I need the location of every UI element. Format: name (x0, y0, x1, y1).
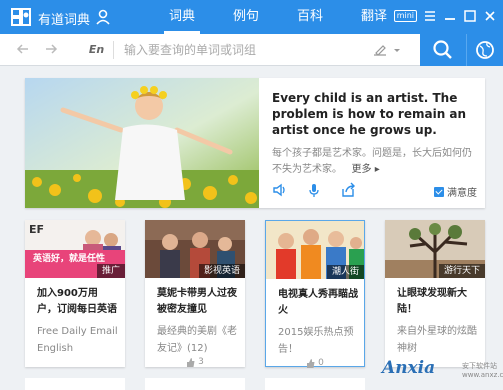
app-title: 有道词典 (38, 13, 91, 28)
share-icon[interactable] (340, 182, 356, 198)
user-icon[interactable] (96, 9, 110, 25)
main-tabs: 词典 例句 百科 翻译 (150, 0, 406, 34)
card-banner-text: 英语好，就是任性 (33, 254, 106, 264)
search-icon (433, 40, 452, 59)
card-thumbnail: EF 英语好，就是任性 推广 (25, 220, 125, 278)
speaker-icon[interactable] (272, 182, 288, 198)
microphone-icon[interactable] (306, 182, 322, 198)
more-label: 更多 (351, 164, 372, 175)
card-description: Free Daily Email English (37, 326, 118, 354)
menu-icon[interactable] (423, 9, 437, 23)
watermark-subtitle: 安下软件站 (462, 362, 497, 370)
content-card[interactable]: EF 英语好，就是任性 推广 加入900万用户，订阅每日英语 Free Dail… (25, 220, 125, 367)
thumbs-up-icon (307, 358, 315, 368)
next-card-partial (265, 378, 365, 390)
globe-icon (476, 41, 494, 59)
like-count-value: 3 (198, 357, 204, 367)
content-card[interactable]: 游行天下 让眼球发现新大陆！ 来自外星球的炫酷神树 (385, 220, 485, 367)
daily-quote-card: Every child is an artist. The problem is… (25, 78, 485, 208)
card-title: 莫妮卡带男人过夜被密友撞见 (157, 288, 237, 315)
web-search-button[interactable] (466, 34, 503, 66)
language-selector[interactable]: En (80, 41, 114, 59)
next-card-partial (25, 378, 125, 390)
watermark-url: www.anxz.com (462, 371, 503, 379)
more-link[interactable]: 更多 ▸ (345, 164, 380, 175)
card-tag: 潮人街 (326, 265, 364, 279)
title-bar: 有道词典 词典 例句 百科 翻译 mini (0, 0, 503, 34)
app-logo-icon (11, 8, 31, 26)
satisfaction-checkbox[interactable]: 满意度 (434, 184, 477, 199)
card-tag: 影视英语 (198, 264, 245, 278)
minimize-icon[interactable] (443, 9, 457, 23)
quote-chinese: 每个孩子都是艺术家。问题是，长大后如何仍不失为艺术家。 更多 ▸ (272, 146, 477, 178)
card-title: 让眼球发现新大陆！ (397, 288, 467, 315)
thumbs-up-icon (187, 357, 195, 367)
mini-mode-button[interactable]: mini (393, 10, 417, 22)
checkbox-checked-icon (434, 186, 444, 197)
window-controls: mini (393, 9, 497, 23)
card-description: 来自外星球的炫酷神树 (397, 326, 477, 354)
like-count[interactable]: 3 (145, 356, 245, 368)
content-card[interactable]: 影视英语 莫妮卡带男人过夜被密友撞见 最经典的美剧《老友记》(12) 3 (145, 220, 245, 367)
next-card-partial (145, 378, 245, 390)
card-title: 电视真人秀再瞄战火 (278, 289, 358, 316)
card-description: 2015娱乐热点预告！ (278, 327, 354, 355)
card-title: 加入900万用户，订阅每日英语 (37, 288, 117, 315)
search-bar: En (0, 34, 503, 66)
svg-text:EF: EF (29, 223, 44, 236)
tab-examples[interactable]: 例句 (214, 0, 278, 34)
maximize-icon[interactable] (463, 9, 477, 23)
satisfaction-label: 满意度 (447, 188, 477, 199)
search-input[interactable] (124, 40, 354, 60)
card-tag: 游行天下 (438, 264, 485, 278)
watermark-logo: Anxia (382, 358, 436, 378)
handwriting-input-icon[interactable] (372, 43, 402, 57)
card-thumbnail: 影视英语 (145, 220, 245, 278)
like-count-value: 0 (318, 358, 324, 368)
close-icon[interactable] (483, 9, 497, 23)
card-thumbnail: 潮人街 (266, 221, 364, 279)
forward-arrow-icon[interactable] (44, 42, 58, 56)
tab-encyclopedia[interactable]: 百科 (278, 0, 342, 34)
tab-dictionary[interactable]: 词典 (150, 0, 214, 34)
child-photo[interactable] (25, 78, 259, 208)
card-tag: 推广 (96, 264, 125, 278)
quote-actions (272, 182, 356, 198)
quote-english: Every child is an artist. The problem is… (272, 91, 467, 137)
search-button[interactable] (420, 34, 466, 66)
like-count[interactable]: 0 (266, 357, 364, 369)
content-card[interactable]: 潮人街 电视真人秀再瞄战火 2015娱乐热点预告！ 0 (265, 220, 365, 369)
back-arrow-icon[interactable] (16, 42, 30, 56)
card-description: 最经典的美剧《老友记》(12) (157, 326, 237, 354)
card-thumbnail: 游行天下 (385, 220, 485, 278)
